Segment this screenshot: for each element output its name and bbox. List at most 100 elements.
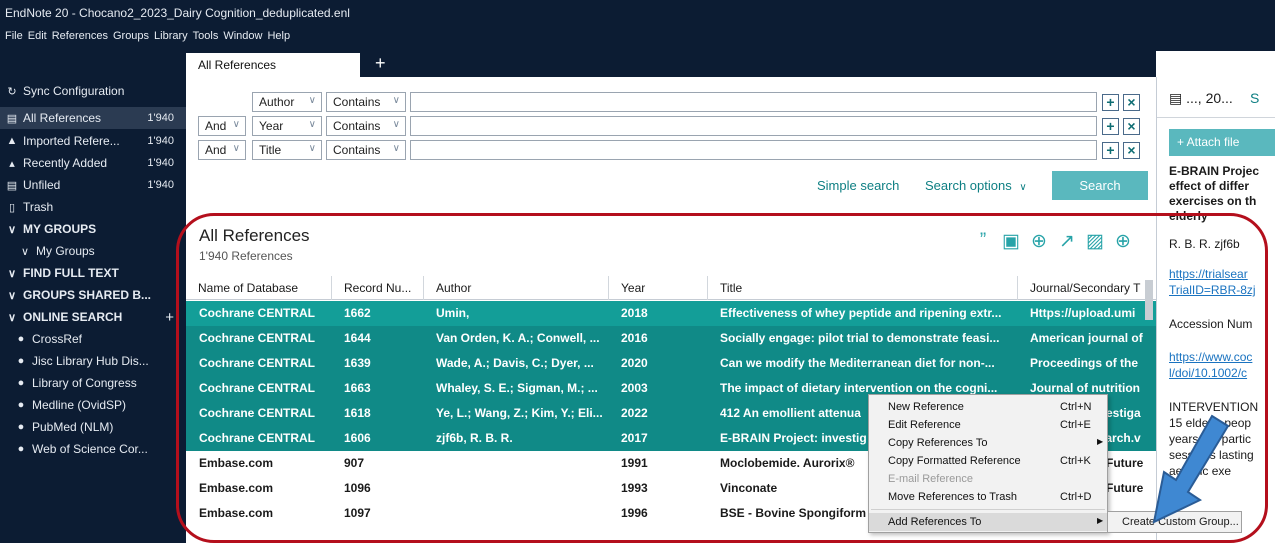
sidebar-header-my-groups[interactable]: ∨ MY GROUPS <box>0 218 186 240</box>
chevron-down-icon: ∨ <box>308 143 316 154</box>
sidebar-item-unfiled[interactable]: ▤ Unfiled 1'940 <box>0 174 186 196</box>
sidebar-item-label: Web of Science Cor... <box>32 442 148 456</box>
sidebar-item-count: 1'940 <box>147 112 174 124</box>
search-field-value: Author <box>259 95 295 109</box>
search-button[interactable]: Search <box>1052 171 1148 200</box>
menu-window[interactable]: Window <box>223 30 262 42</box>
sidebar-item-label: Imported Refere... <box>23 134 120 148</box>
menu-tools[interactable]: Tools <box>193 30 219 42</box>
search-operator-select[interactable]: Contains ∨ <box>326 140 406 160</box>
search-field-value: Year <box>259 119 284 133</box>
search-text-input[interactable] <box>410 92 1097 112</box>
title-bar: EndNote 20 - Chocano2_2023_Dairy Cogniti… <box>0 0 1275 51</box>
sidebar-item-count: 1'940 <box>147 179 174 191</box>
sidebar-item-label: Library of Congress <box>32 376 137 390</box>
search-field-select[interactable]: Author ∨ <box>252 92 322 112</box>
tab-all-references[interactable]: All References <box>186 53 360 77</box>
globe-icon: ● <box>17 399 25 411</box>
chevron-down-icon: ∨ <box>20 245 30 258</box>
menu-references[interactable]: References <box>52 30 108 42</box>
sidebar-item-label: CrossRef <box>32 332 83 346</box>
search-operator-value: Contains <box>333 119 381 133</box>
remove-search-row-button[interactable]: × <box>1123 142 1140 159</box>
sidebar-item-label: Unfiled <box>23 178 61 192</box>
sidebar-item-label: Medline (OvidSP) <box>32 398 127 412</box>
chevron-down-icon: ∨ <box>308 95 316 106</box>
remove-search-row-button[interactable]: × <box>1123 118 1140 135</box>
sidebar-item-online[interactable]: ● Medline (OvidSP) <box>0 394 186 416</box>
add-search-row-button[interactable]: + <box>1102 118 1119 135</box>
import-icon: ▲ <box>6 135 18 147</box>
sidebar-item-trash[interactable]: ▯ Trash <box>0 196 186 218</box>
remove-search-row-button[interactable]: × <box>1123 94 1140 111</box>
sidebar: ↻ Sync Configuration ▤ All References 1'… <box>0 51 186 543</box>
sidebar-header-label: MY GROUPS <box>23 222 97 236</box>
sidebar-header-online-search[interactable]: ∨ ONLINE SEARCH + <box>0 306 186 328</box>
simple-search-link[interactable]: Simple search <box>817 178 899 193</box>
sidebar-item-recently-added[interactable]: ▴ Recently Added 1'940 <box>0 152 186 174</box>
search-panel: Author ∨ Contains ∨ + × And ∨ Year ∨ Con… <box>186 77 1156 213</box>
sidebar-item-label: Jisc Library Hub Dis... <box>32 354 149 368</box>
sidebar-item-online[interactable]: ● Library of Congress <box>0 372 186 394</box>
globe-icon: ● <box>17 333 25 345</box>
chevron-down-icon: ∨ <box>7 289 17 302</box>
window-title: EndNote 20 - Chocano2_2023_Dairy Cogniti… <box>5 6 350 20</box>
menu-bar: File Edit References Groups Library Tool… <box>5 30 290 42</box>
chevron-down-icon: ∨ <box>1019 182 1027 193</box>
chevron-down-icon: ∨ <box>7 311 17 324</box>
bell-icon: ▴ <box>9 157 15 170</box>
search-text-input[interactable] <box>410 140 1097 160</box>
chevron-down-icon: ∨ <box>7 267 17 280</box>
sidebar-item-count: 1'940 <box>147 157 174 169</box>
annotation-arrow-icon <box>1152 414 1230 524</box>
preview-heading-line: exercises on th <box>1169 194 1257 208</box>
sidebar-item-online[interactable]: ● PubMed (NLM) <box>0 416 186 438</box>
menu-library[interactable]: Library <box>154 30 188 42</box>
sidebar-item-label: PubMed (NLM) <box>32 420 114 434</box>
search-field-select[interactable]: Year ∨ <box>252 116 322 136</box>
menu-help[interactable]: Help <box>267 30 290 42</box>
sidebar-item-label: Recently Added <box>23 156 108 170</box>
globe-icon: ● <box>17 443 25 455</box>
search-boolean-select[interactable]: And ∨ <box>198 116 246 136</box>
menu-groups[interactable]: Groups <box>113 30 149 42</box>
search-boolean-select[interactable]: And ∨ <box>198 140 246 160</box>
search-options-dropdown[interactable]: Search options ∨ <box>925 178 1027 193</box>
sidebar-item-online[interactable]: ● Web of Science Cor... <box>0 438 186 460</box>
sidebar-item-sync[interactable]: ↻ Sync Configuration <box>0 80 186 102</box>
search-operator-select[interactable]: Contains ∨ <box>326 92 406 112</box>
preview-title: ▤ ..., 20... <box>1169 90 1233 107</box>
sidebar-item-online[interactable]: ● Jisc Library Hub Dis... <box>0 350 186 372</box>
sidebar-item-my-groups[interactable]: ∨ My Groups <box>0 240 186 262</box>
tab-bar: All References + <box>186 51 1156 77</box>
sidebar-item-all-references[interactable]: ▤ All References 1'940 <box>0 107 186 129</box>
search-field-select[interactable]: Title ∨ <box>252 140 322 160</box>
search-options-label: Search options <box>925 178 1012 193</box>
library-icon: ▤ <box>6 179 18 192</box>
library-icon: ▤ <box>1169 90 1187 106</box>
preview-heading-line: effect of differ <box>1169 179 1250 193</box>
menu-edit[interactable]: Edit <box>28 30 47 42</box>
search-operator-value: Contains <box>333 95 381 109</box>
sidebar-item-label: All References <box>23 111 102 125</box>
new-tab-button[interactable]: + <box>375 53 386 73</box>
sidebar-item-label: Trash <box>23 200 54 214</box>
add-search-row-button[interactable]: + <box>1102 142 1119 159</box>
sidebar-item-imported[interactable]: ▲ Imported Refere... 1'940 <box>0 130 186 152</box>
search-operator-select[interactable]: Contains ∨ <box>326 116 406 136</box>
search-text-input[interactable] <box>410 116 1097 136</box>
sidebar-header-groups-shared[interactable]: ∨ GROUPS SHARED B... <box>0 284 186 306</box>
menu-file[interactable]: File <box>5 30 23 42</box>
chevron-down-icon: ∨ <box>392 119 400 130</box>
tab-summary[interactable]: S <box>1250 90 1259 106</box>
add-search-row-button[interactable]: + <box>1102 94 1119 111</box>
divider <box>1157 117 1275 118</box>
attach-file-button[interactable]: + Attach file <box>1169 129 1275 156</box>
search-boolean-value: And <box>205 119 227 133</box>
sidebar-header-find-full-text[interactable]: ∨ FIND FULL TEXT <box>0 262 186 284</box>
chevron-down-icon: ∨ <box>308 119 316 130</box>
sidebar-item-label: Sync Configuration <box>23 84 125 98</box>
add-online-search-button[interactable]: + <box>138 309 174 326</box>
search-operator-value: Contains <box>333 143 381 157</box>
sidebar-item-online[interactable]: ● CrossRef <box>0 328 186 350</box>
